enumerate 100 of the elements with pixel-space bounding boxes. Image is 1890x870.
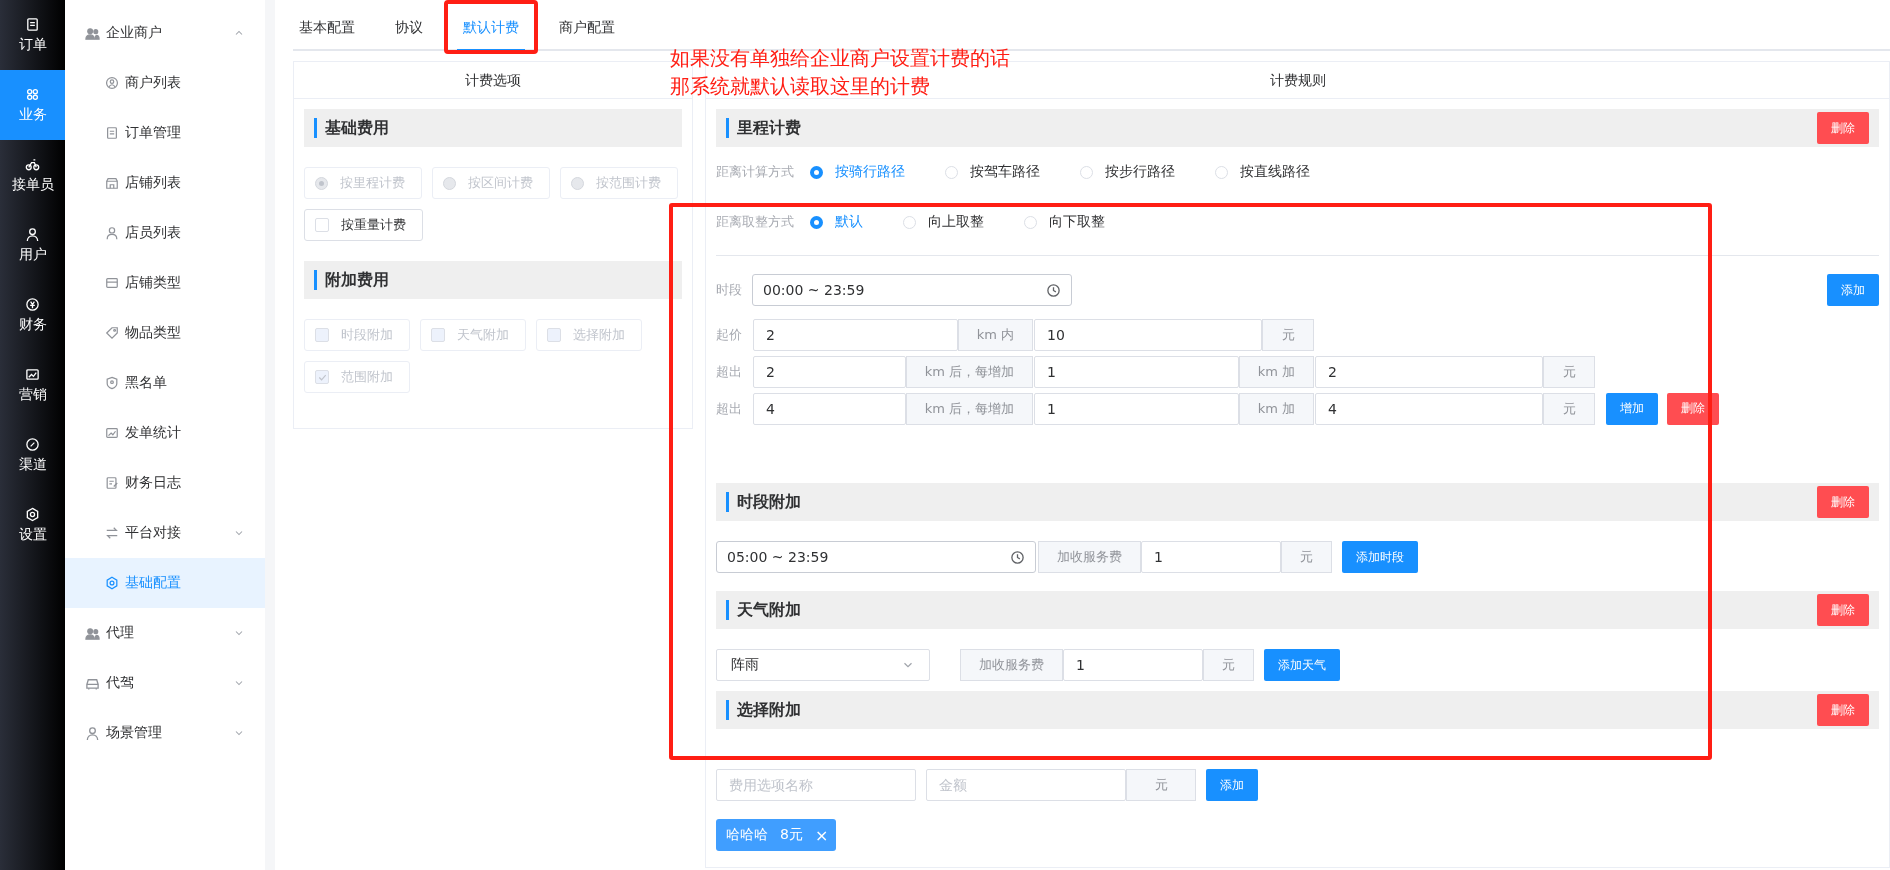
option-label: 向上取整: [928, 213, 984, 231]
time-range-field[interactable]: 05:00 ~ 23:59: [716, 541, 1036, 573]
tab[interactable]: 基本配置: [293, 6, 361, 51]
menu-item-icon: [105, 526, 119, 540]
rail-icon: [25, 296, 40, 312]
rail-item[interactable]: 订单: [0, 0, 65, 70]
number-input[interactable]: 1: [1034, 392, 1239, 425]
unit-label: 元: [1203, 649, 1254, 681]
field-label: 距离计算方式: [716, 163, 795, 181]
number-input[interactable]: 2: [753, 355, 906, 388]
unit-label: 元: [1543, 392, 1595, 425]
menu-group[interactable]: 企业商户: [65, 8, 265, 58]
section-title: 里程计费: [737, 117, 801, 139]
menu-item[interactable]: 平台对接: [65, 508, 265, 558]
menu-item[interactable]: 物品类型: [65, 308, 265, 358]
number-input[interactable]: 1: [1063, 649, 1203, 681]
menu-item-icon: [105, 476, 119, 490]
option-label: 范围附加: [341, 368, 393, 386]
menu-item[interactable]: 店员列表: [65, 208, 265, 258]
menu-group[interactable]: 场景管理: [65, 708, 265, 758]
radio-option[interactable]: 按直线路径: [1215, 163, 1310, 181]
fee-label: 加收服务费: [1038, 541, 1141, 573]
menu-item[interactable]: 发单统计: [65, 408, 265, 458]
option-label: 按骑行路径: [835, 163, 905, 181]
field-label: 距离取整方式: [716, 213, 795, 231]
unit-label: 元: [1281, 541, 1332, 573]
option-label: 选择附加: [573, 326, 625, 344]
section-title: 天气附加: [737, 599, 801, 621]
unit-label: 元: [1262, 318, 1314, 351]
rail-icon: [25, 366, 40, 382]
radio-option[interactable]: 向上取整: [903, 213, 984, 231]
time-range-field[interactable]: 00:00 ~ 23:59: [752, 274, 1072, 306]
rail-item[interactable]: 渠道: [0, 420, 65, 490]
menu-item-icon: [105, 276, 119, 290]
checkbox[interactable]: [315, 218, 329, 232]
menu-item-icon: [105, 176, 119, 190]
field-label: 超出: [716, 399, 743, 418]
option-label: 按范围计费: [596, 174, 661, 192]
number-input[interactable]: 4: [1315, 392, 1543, 425]
number-input[interactable]: 2: [753, 318, 958, 351]
unit-label: 元: [1543, 355, 1595, 388]
section-title: 附加费用: [325, 269, 389, 291]
radio-button[interactable]: [810, 215, 823, 229]
menu-item-icon: [105, 576, 119, 590]
tab[interactable]: 商户配置: [553, 6, 621, 51]
number-input[interactable]: 1: [1034, 355, 1239, 388]
menu-item-icon: [105, 376, 119, 390]
menu-item-icon: [105, 326, 119, 340]
rail-icon: [25, 506, 40, 522]
rail-item[interactable]: 营销: [0, 350, 65, 420]
rail-item[interactable]: 用户: [0, 210, 65, 280]
field-label: 超出: [716, 362, 743, 381]
group-icon: [85, 625, 100, 641]
radio-option[interactable]: 向下取整: [1024, 213, 1105, 231]
rail-item[interactable]: 接单员: [0, 140, 65, 210]
option-name-input[interactable]: 费用选项名称: [716, 769, 916, 801]
radio-option[interactable]: 按驾车路径: [945, 163, 1040, 181]
menu-item[interactable]: 店铺列表: [65, 158, 265, 208]
unit-label: km 后，每增加: [905, 355, 1033, 388]
group-icon: [85, 725, 100, 741]
unit-label: km 加: [1238, 355, 1314, 388]
menu-item[interactable]: 黑名单: [65, 358, 265, 408]
number-input[interactable]: 4: [753, 392, 906, 425]
option-label: 按直线路径: [1240, 163, 1310, 181]
menu-item[interactable]: 订单管理: [65, 108, 265, 158]
rail-icon: [25, 16, 40, 32]
unit-label: km 内: [957, 318, 1033, 351]
weather-select[interactable]: 阵雨: [716, 649, 930, 681]
option-label: 向下取整: [1049, 213, 1105, 231]
menu-item[interactable]: 店铺类型: [65, 258, 265, 308]
rail-item[interactable]: 财务: [0, 280, 65, 350]
option-label: 时段附加: [341, 326, 393, 344]
number-input[interactable]: 2: [1315, 355, 1543, 388]
unit-label: km 加: [1238, 392, 1314, 425]
radio-option[interactable]: 按步行路径: [1080, 163, 1175, 181]
section-title: 选择附加: [737, 699, 801, 721]
menu-item[interactable]: 财务日志: [65, 458, 265, 508]
rail-icon: [25, 156, 40, 172]
section-title: 基础费用: [325, 117, 389, 139]
amount-input[interactable]: 金额: [926, 769, 1126, 801]
rail-icon: [25, 436, 40, 452]
option-label: 按步行路径: [1105, 163, 1175, 181]
fee-label: 加收服务费: [960, 649, 1063, 681]
rail-item[interactable]: 设置: [0, 490, 65, 560]
unit-label: 元: [1126, 769, 1196, 801]
radio-button[interactable]: [810, 165, 823, 179]
menu-group[interactable]: 代驾: [65, 658, 265, 708]
option-label: 按区间计费: [468, 174, 533, 192]
option-label: 默认: [835, 213, 863, 231]
menu-item-icon: [105, 126, 119, 140]
tab[interactable]: 协议: [389, 6, 429, 51]
group-icon: [85, 25, 100, 41]
unit-label: km 后，每增加: [905, 392, 1033, 425]
menu-group[interactable]: 代理: [65, 608, 265, 658]
menu-item[interactable]: 商户列表: [65, 58, 265, 108]
rail-icon: [25, 86, 40, 102]
tag-label: 哈哈哈: [726, 826, 768, 844]
number-input[interactable]: 10: [1034, 318, 1262, 351]
number-input[interactable]: 1: [1141, 541, 1281, 573]
option-label: 天气附加: [457, 326, 509, 344]
